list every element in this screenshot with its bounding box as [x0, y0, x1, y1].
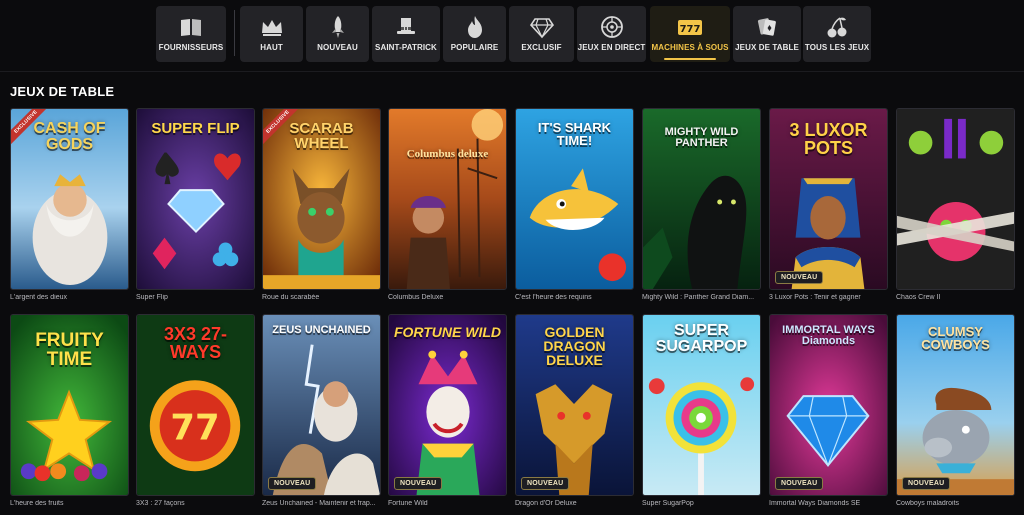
game-title[interactable]: Super SugarPop [642, 500, 761, 507]
game-thumbnail [389, 109, 506, 289]
game-card-shark-time[interactable]: IT'S SHARK TIME! [515, 108, 634, 290]
game-card-super-sugarpop[interactable]: SUPER SUGARPOP [642, 314, 761, 496]
game-title[interactable]: 3X3 : 27 façons [136, 500, 255, 507]
active-tab-indicator [664, 58, 716, 60]
cards-icon [757, 18, 776, 36]
game-card-fruity-time[interactable]: FRUITY TIME [10, 314, 129, 496]
nav-item-jeux-de-table[interactable]: JEUX DE TABLE [733, 6, 801, 62]
game-card-super-flip[interactable]: SUPER FLIP [136, 108, 255, 290]
game-card-zeus-unchained[interactable]: ZEUS UNCHAINED NOUVEAU [262, 314, 381, 496]
section-title: JEUX DE TABLE [10, 84, 115, 99]
game-title[interactable]: Chaos Crew II [896, 294, 1015, 301]
game-card-chaos-crew-2[interactable] [896, 108, 1015, 290]
svg-text:77: 77 [170, 408, 219, 449]
game-card-fortune-wild[interactable]: FORTUNE WILD NOUVEAU [388, 314, 507, 496]
game-logo: IMMORTAL WAYS Diamonds [782, 324, 875, 347]
game-card-cash-of-gods[interactable]: CASH OF GODS EXCLUSIVE [10, 108, 129, 290]
nav-label: HAUT [260, 43, 283, 52]
new-badge: NOUVEAU [521, 477, 570, 490]
slot-777-icon: 777 [678, 20, 702, 35]
nav-label: NOUVEAU [317, 43, 358, 52]
game-title[interactable]: Columbus Deluxe [388, 294, 507, 301]
new-badge: NOUVEAU [775, 477, 824, 490]
game-logo: 3X3 27-WAYS [163, 324, 228, 362]
nav-item-tous-les-jeux[interactable]: TOUS LES JEUX [803, 6, 871, 62]
new-badge: NOUVEAU [394, 477, 443, 490]
svg-text:777: 777 [680, 24, 701, 35]
game-logo: FORTUNE WILD [393, 324, 502, 340]
game-thumbnail [897, 109, 1014, 289]
game-thumbnail [263, 315, 380, 495]
nav-label: SAINT-PATRICK [375, 43, 437, 52]
book-icon [181, 19, 201, 36]
rocket-icon [331, 16, 344, 38]
new-badge: NOUVEAU [268, 477, 317, 490]
game-card-3-luxor-pots[interactable]: 3 LUXOR POTS NOUVEAU [769, 108, 888, 290]
cherries-icon [827, 17, 847, 38]
game-title[interactable]: 3 Luxor Pots : Tenir et gagner [769, 294, 888, 301]
game-logo: SUPER FLIP [151, 120, 240, 137]
game-card-clumsy-cowboys[interactable]: CLUMSY COWBOYS NOUVEAU [896, 314, 1015, 496]
nav-separator [0, 71, 1024, 72]
new-badge: NOUVEAU [775, 271, 824, 284]
game-logo: FRUITY TIME [35, 330, 104, 370]
nav-item-nouveau[interactable]: NOUVEAU [306, 6, 369, 62]
nav-label: TOUS LES JEUX [804, 43, 870, 52]
nav-item-populaire[interactable]: POPULAIRE [443, 6, 506, 62]
crown-icon [261, 20, 282, 36]
diamond-icon [529, 18, 554, 39]
game-title[interactable]: Zeus Unchained - Maintenir et frap... [262, 500, 381, 507]
game-title[interactable]: Mighty Wild : Panther Grand Diam... [642, 294, 761, 301]
nav-label: POPULAIRE [450, 43, 499, 52]
game-title[interactable]: Roue du scarabée [262, 294, 381, 301]
game-logo: SCARAB WHEEL [289, 120, 354, 152]
flame-icon [467, 16, 482, 38]
game-title[interactable]: Super Flip [136, 294, 255, 301]
game-logo: CLUMSY COWBOYS [921, 324, 990, 352]
game-title[interactable]: Fortune Wild [388, 500, 507, 507]
game-card-mighty-wild-panther[interactable]: MIGHTY WILD PANTHER [642, 108, 761, 290]
game-logo: Columbus deluxe [406, 148, 489, 160]
nav-item-exclusif[interactable]: EXCLUSIF [509, 6, 574, 62]
game-card-immortal-ways-diamonds[interactable]: IMMORTAL WAYS Diamonds NOUVEAU [769, 314, 888, 496]
nav-item-machines-a-sous[interactable]: 777 MACHINES À SOUS [650, 6, 730, 62]
game-logo: SUPER SUGARPOP [655, 322, 748, 355]
game-logo: CASH OF GODS [33, 120, 106, 153]
game-title[interactable]: Cowboys maladroits [896, 500, 1015, 507]
nav-item-saint-patrick[interactable]: SAINT-PATRICK [372, 6, 440, 62]
game-logo: MIGHTY WILD PANTHER [664, 126, 739, 149]
game-title[interactable]: Dragon d'Or Deluxe [515, 500, 634, 507]
new-badge: NOUVEAU [902, 477, 951, 490]
game-card-scarab-wheel[interactable]: SCARAB WHEEL EXCLUSIVE [262, 108, 381, 290]
nav-item-jeux-en-direct[interactable]: JEUX EN DIRECT [577, 6, 646, 62]
roulette-icon [600, 16, 623, 38]
nav-item-haut[interactable]: HAUT [240, 6, 303, 62]
category-nav: FOURNISSEURS HAUT NOUVEAU SAINT-PATRICK … [0, 0, 1024, 70]
game-card-golden-dragon-deluxe[interactable]: GOLDEN DRAGON DELUXE NOUVEAU [515, 314, 634, 496]
nav-label: JEUX DE TABLE [735, 43, 799, 52]
game-title[interactable]: C'est l'heure des requins [515, 294, 634, 301]
nav-label: EXCLUSIF [521, 43, 562, 52]
nav-label: FOURNISSEURS [158, 43, 224, 52]
game-thumbnail [389, 315, 506, 495]
nav-divider [234, 10, 235, 56]
leprechaun-hat-icon [397, 18, 415, 34]
game-logo: GOLDEN DRAGON DELUXE [543, 324, 606, 368]
game-title[interactable]: L'argent des dieux [10, 294, 129, 301]
game-title[interactable]: Immortal Ways Diamonds SE [769, 500, 888, 507]
game-card-3x3-27-ways[interactable]: 77 3X3 27-WAYS [136, 314, 255, 496]
game-logo: 3 LUXOR POTS [789, 120, 868, 158]
nav-label: MACHINES À SOUS [651, 43, 729, 52]
game-card-columbus-deluxe[interactable]: Columbus deluxe [388, 108, 507, 290]
nav-label: JEUX EN DIRECT [577, 43, 646, 52]
nav-item-fournisseurs[interactable]: FOURNISSEURS [156, 6, 226, 62]
game-logo: IT'S SHARK TIME! [537, 120, 612, 148]
game-logo: ZEUS UNCHAINED [272, 324, 371, 336]
game-title[interactable]: L'heure des fruits [10, 500, 129, 507]
